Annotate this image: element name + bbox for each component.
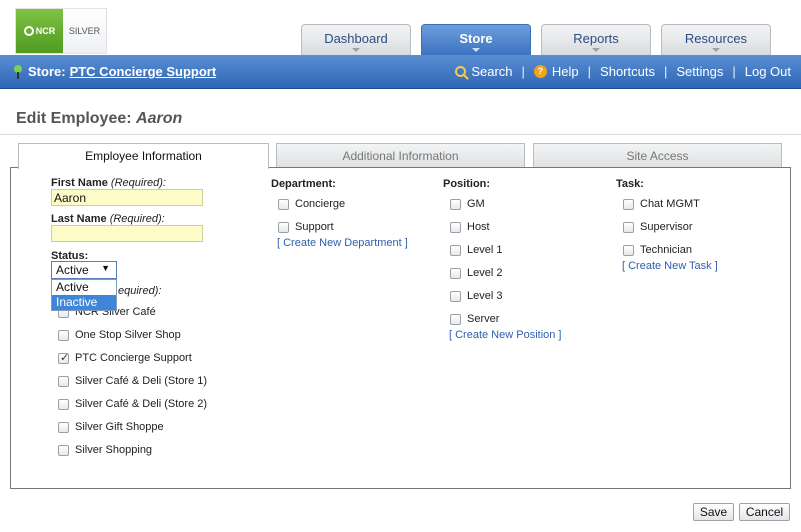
checkbox-checked[interactable] [58, 351, 69, 364]
main-tabs: Dashboard Store Reports Resources [301, 24, 781, 55]
ncr-logo: NCR [16, 9, 63, 53]
store-checkbox-cafe-deli-2[interactable]: Silver Café & Deli (Store 2) [58, 398, 207, 410]
employee-name: Aaron [136, 110, 183, 127]
checkbox[interactable] [450, 290, 461, 302]
separator: | [521, 64, 525, 79]
status-dropdown-list: Active Inactive [51, 279, 117, 311]
separator: | [587, 64, 592, 79]
store-indicator: Store: PTC Concierge Support [14, 64, 216, 79]
create-new-task-link[interactable]: [ Create New Task ] [622, 260, 718, 272]
store-checkbox-gift-shoppe[interactable]: Silver Gift Shoppe [58, 421, 164, 433]
position-checkbox-level-3[interactable]: Level 3 [450, 290, 502, 302]
tab-additional-information[interactable]: Additional Information [276, 143, 525, 167]
search-link[interactable]: Search [471, 64, 512, 79]
checkbox[interactable] [623, 221, 634, 233]
tab-reports[interactable]: Reports [541, 24, 651, 55]
checkbox[interactable] [58, 421, 69, 433]
tab-store[interactable]: Store [421, 24, 531, 55]
pin-icon [14, 64, 22, 79]
store-prefix: Store: [28, 64, 66, 79]
tab-employee-information[interactable]: Employee Information [18, 143, 269, 169]
status-select[interactable]: Active ▼ [51, 261, 117, 279]
ncr-ring-icon [23, 26, 34, 36]
department-checkbox-support[interactable]: Support [278, 221, 334, 233]
silver-logo: SILVER [63, 9, 106, 53]
tab-resources[interactable]: Resources [661, 24, 771, 55]
position-label: Position: [443, 178, 491, 190]
separator: | [732, 64, 736, 79]
store-checkbox-one-stop[interactable]: One Stop Silver Shop [58, 329, 181, 341]
status-option-inactive[interactable]: Inactive [52, 295, 116, 310]
title-divider [0, 134, 801, 135]
position-checkbox-server[interactable]: Server [450, 313, 499, 325]
checkbox[interactable] [58, 375, 69, 387]
checkbox[interactable] [450, 221, 461, 233]
checkbox[interactable] [278, 198, 289, 210]
chevron-down-icon [352, 48, 360, 52]
position-checkbox-gm[interactable]: GM [450, 198, 485, 210]
store-checkbox-ptc-concierge[interactable]: PTC Concierge Support [58, 351, 192, 364]
help-link[interactable]: Help [552, 64, 579, 79]
checkbox[interactable] [278, 221, 289, 233]
chevron-down-icon: ▼ [101, 263, 110, 273]
department-label: Department: [271, 178, 336, 190]
store-name-link[interactable]: PTC Concierge Support [70, 64, 217, 79]
create-new-position-link[interactable]: [ Create New Position ] [449, 329, 562, 341]
task-checkbox-technician[interactable]: Technician [623, 244, 692, 256]
chevron-down-icon [472, 48, 480, 52]
tab-site-access[interactable]: Site Access [533, 143, 782, 167]
store-checkbox-silver-shopping[interactable]: Silver Shopping [58, 444, 152, 456]
position-checkbox-level-2[interactable]: Level 2 [450, 267, 502, 279]
position-checkbox-level-1[interactable]: Level 1 [450, 244, 502, 256]
checkbox[interactable] [450, 244, 461, 256]
tab-dashboard[interactable]: Dashboard [301, 24, 411, 55]
checkbox[interactable] [623, 244, 634, 256]
chevron-down-icon [592, 48, 600, 52]
settings-link[interactable]: Settings [676, 64, 723, 79]
top-header: NCR SILVER Dashboard Store Reports Resou… [0, 0, 801, 55]
stores-label-tail: equired): [118, 285, 162, 297]
position-checkbox-host[interactable]: Host [450, 221, 490, 233]
status-option-active[interactable]: Active [52, 280, 116, 295]
first-name-label: First Name (Required): [51, 177, 166, 189]
last-name-label: Last Name (Required): [51, 213, 165, 225]
ncr-silver-logo[interactable]: NCR SILVER [15, 8, 107, 54]
shortcuts-link[interactable]: Shortcuts [600, 64, 655, 79]
store-checkbox-cafe-deli-1[interactable]: Silver Café & Deli (Store 1) [58, 375, 207, 387]
checkbox[interactable] [450, 313, 461, 325]
utility-links: Search | ? Help | Shortcuts | Settings |… [455, 64, 791, 79]
first-name-input[interactable] [51, 189, 203, 206]
checkbox[interactable] [58, 398, 69, 410]
checkbox[interactable] [450, 198, 461, 210]
department-checkbox-concierge[interactable]: Concierge [278, 198, 345, 210]
task-label: Task: [616, 178, 644, 190]
cancel-button[interactable]: Cancel [739, 503, 790, 521]
last-name-input[interactable] [51, 225, 203, 242]
store-navbar: Store: PTC Concierge Support Search | ? … [0, 55, 801, 89]
chevron-down-icon [712, 48, 720, 52]
checkbox[interactable] [58, 329, 69, 341]
save-button[interactable]: Save [693, 503, 734, 521]
search-icon [455, 66, 467, 77]
create-new-department-link[interactable]: [ Create New Department ] [277, 237, 408, 249]
page-title: Edit Employee: Aaron [16, 110, 183, 127]
help-icon: ? [533, 65, 547, 78]
task-checkbox-supervisor[interactable]: Supervisor [623, 221, 693, 233]
task-checkbox-chat-mgmt[interactable]: Chat MGMT [623, 198, 700, 210]
checkbox[interactable] [450, 267, 461, 279]
logout-link[interactable]: Log Out [745, 64, 791, 79]
separator: | [663, 64, 668, 79]
checkbox[interactable] [623, 198, 634, 210]
checkbox[interactable] [58, 444, 69, 456]
